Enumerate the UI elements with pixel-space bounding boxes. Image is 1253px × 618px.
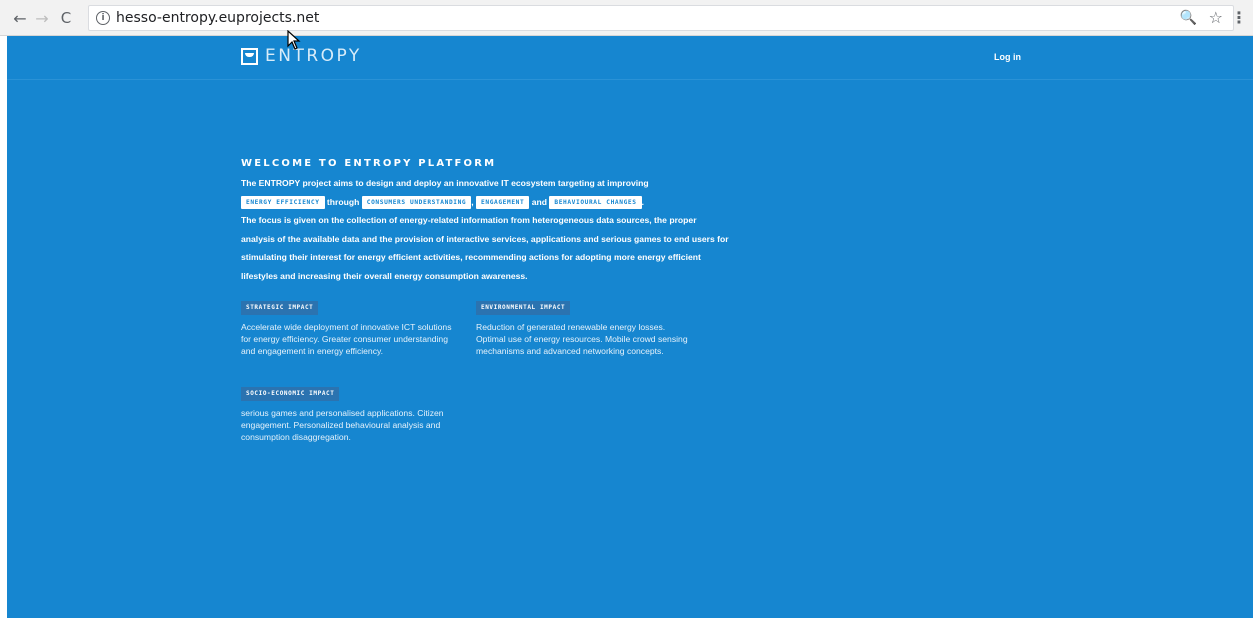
forward-arrow-icon[interactable]: → <box>32 8 52 28</box>
strategic-impact-tag: STRATEGIC IMPACT <box>241 301 319 315</box>
page-body: ENTROPY Log in WELCOME TO ENTROPY PLATFO… <box>7 36 1253 618</box>
impacts-grid: STRATEGIC IMPACT Accelerate wide deploym… <box>241 296 731 456</box>
intro-text-1: The ENTROPY project aims to design and d… <box>241 178 649 188</box>
strategic-impact-block: STRATEGIC IMPACT Accelerate wide deploym… <box>241 296 456 358</box>
bookmark-star-icon[interactable]: ☆ <box>1209 8 1223 27</box>
strategic-impact-text: Accelerate wide deployment of innovative… <box>241 322 452 357</box>
environmental-impact-tag: ENVIRONMENTAL IMPACT <box>476 301 571 315</box>
logo-mark-icon <box>241 47 258 65</box>
environmental-impact-text: Reduction of generated renewable energy … <box>476 322 688 357</box>
intro-paragraph: The ENTROPY project aims to design and d… <box>241 174 731 285</box>
engagement-chip: ENGAGEMENT <box>476 195 530 209</box>
period-text: . <box>641 196 644 207</box>
socio-economic-impact-text: serious games and personalised applicati… <box>241 408 444 443</box>
logo-text: ENTROPY <box>265 46 362 66</box>
reload-icon[interactable]: C <box>56 8 76 28</box>
login-link[interactable]: Log in <box>994 52 1021 62</box>
intro-text-2: The focus is given on the collection of … <box>241 215 729 281</box>
environmental-impact-block: ENVIRONMENTAL IMPACT Reduction of genera… <box>476 296 691 358</box>
welcome-title: WELCOME TO ENTROPY PLATFORM <box>241 158 497 169</box>
mouse-cursor-icon <box>287 30 301 50</box>
zoom-icon[interactable]: 🔍 <box>1180 10 1197 26</box>
entropy-logo[interactable]: ENTROPY <box>241 46 362 66</box>
and-text: and <box>531 196 547 207</box>
site-header: ENTROPY Log in <box>7 36 1253 80</box>
welcome-section: WELCOME TO ENTROPY PLATFORM The ENTROPY … <box>241 158 731 456</box>
info-icon[interactable]: i <box>96 11 110 25</box>
socio-economic-impact-block: SOCIO-ECONOMIC IMPACT serious games and … <box>241 382 456 444</box>
address-bar[interactable]: i hesso-entropy.euprojects.net 🔍 ☆ <box>88 5 1234 31</box>
through-text: through <box>326 196 360 207</box>
url-text[interactable]: hesso-entropy.euprojects.net <box>116 10 319 26</box>
socio-economic-impact-tag: SOCIO-ECONOMIC IMPACT <box>241 387 340 401</box>
back-arrow-icon[interactable]: ← <box>10 8 30 28</box>
browser-menu-icon[interactable]: ⋮ <box>1231 8 1247 27</box>
energy-efficiency-chip: ENERGY EFFICIENCY <box>241 195 325 209</box>
behavioural-changes-chip: BEHAVIOURAL CHANGES <box>549 195 642 209</box>
consumers-understanding-chip: CONSUMERS UNDERSTANDING <box>361 195 472 209</box>
comma-text: , <box>471 196 474 207</box>
browser-toolbar: ← → C i hesso-entropy.euprojects.net 🔍 ☆… <box>0 0 1253 36</box>
